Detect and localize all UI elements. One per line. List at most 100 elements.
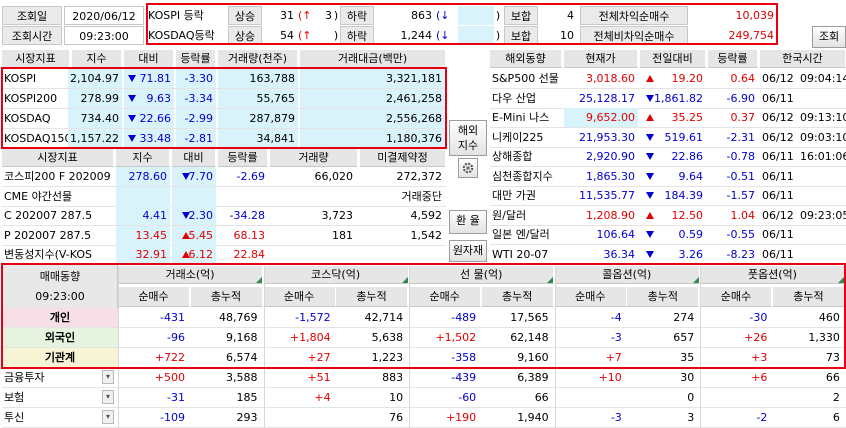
deriv-name[interactable]: 코스피200 F 202009: [4, 167, 116, 186]
world-rate: -0.51: [726, 169, 755, 183]
world-name[interactable]: 다우 산업: [492, 89, 564, 108]
flow-value: -96: [167, 331, 185, 344]
arrow-down-icon: [646, 94, 654, 102]
flow-value: -3: [610, 331, 622, 344]
flow-value: 274: [673, 311, 695, 324]
non-arbitrage-label: 전체비차익순매수: [580, 26, 688, 45]
deriv-oi: 거래중단: [401, 189, 442, 203]
flow-investor[interactable]: 외국인: [2, 328, 118, 347]
world-date: 06/11: [762, 247, 794, 261]
arrow-down-icon: [646, 153, 654, 160]
column-divider: [554, 266, 556, 428]
world-header-1: 현재가: [564, 50, 638, 68]
kospi-limit-down: [458, 6, 494, 25]
world-time: 09:23:05: [800, 208, 846, 222]
paren-close: ): [333, 9, 339, 22]
derivs-header-1: 지수: [116, 149, 170, 167]
world-name[interactable]: 상해종합: [492, 147, 564, 166]
deriv-volume: 66,020: [314, 170, 354, 183]
time-label: 조회시간: [2, 26, 62, 45]
flow-sub-net: 순매수: [700, 287, 773, 307]
derivs-header-4: 거래량: [270, 149, 358, 167]
query-button[interactable]: 조회: [812, 26, 846, 48]
overseas-index-button[interactable]: 해외 지수: [449, 120, 487, 156]
arrow-down-icon: [128, 95, 136, 102]
dropdown-chevron-icon[interactable]: ▾: [102, 390, 114, 404]
world-date: 06/12: [762, 111, 794, 124]
world-price: 21,953.30: [579, 130, 635, 144]
flow-value: -431: [160, 311, 185, 324]
kosdaq-down-count: 1,244: [400, 29, 433, 42]
world-price: 1,208.90: [586, 208, 635, 222]
flow-value: 10: [389, 391, 404, 404]
deriv-oi: 4,592: [410, 209, 443, 222]
deriv-value: 13.45: [116, 225, 170, 245]
flow-value: 9,168: [226, 331, 258, 344]
flow-investor[interactable]: 금융투자: [4, 368, 94, 387]
world-name[interactable]: 심천종합지수: [492, 167, 564, 186]
world-name[interactable]: E-Mini 나스: [492, 108, 564, 127]
flow-value: -30: [749, 311, 768, 324]
deriv-name[interactable]: C 202007 287.5: [4, 206, 116, 225]
flat-label: 보합: [504, 6, 538, 25]
arrow-up-icon: [182, 231, 190, 239]
world-name[interactable]: 니케이225: [492, 128, 564, 147]
limit-down-open: (↓: [436, 29, 450, 42]
flow-investor[interactable]: 기관계: [2, 348, 118, 367]
deriv-name[interactable]: P 202007 287.5: [4, 226, 116, 245]
world-name[interactable]: S&P500 선물: [492, 69, 564, 88]
world-date: 06/11: [762, 150, 794, 163]
deriv-rate: 68.13: [233, 228, 266, 242]
flow-sub-net: 순매수: [554, 287, 627, 307]
world-name[interactable]: 일본 엔/달러: [492, 225, 564, 244]
date-field[interactable]: 2020/06/12: [64, 6, 144, 25]
flow-value: +26: [744, 331, 768, 344]
world-price: 9,652.00: [564, 108, 638, 127]
flow-value: 42,714: [364, 311, 404, 324]
flow-title: 매매동향: [39, 270, 81, 283]
flow-investor[interactable]: 개인: [2, 308, 118, 327]
dropdown-chevron-icon[interactable]: ▾: [102, 410, 114, 424]
kosdaq-flat-count: 10: [560, 29, 574, 42]
dropdown-chevron-icon[interactable]: ▾: [102, 370, 114, 384]
indices-header-5: 거래대금(백만): [300, 50, 446, 68]
settings-button[interactable]: [458, 158, 478, 178]
arrow-down-icon: [646, 172, 654, 180]
flow-value: -489: [451, 311, 477, 324]
exchange-rate-button[interactable]: 환 율: [449, 210, 487, 234]
down-label: 하락: [340, 6, 374, 25]
flow-value: 9,160: [517, 351, 549, 364]
world-name[interactable]: 대만 가권: [492, 186, 564, 205]
deriv-name[interactable]: 변동성지수(V-KOS: [4, 245, 116, 264]
raw-materials-button[interactable]: 원자재: [449, 240, 487, 262]
flow-value: -4: [610, 311, 622, 324]
deriv-name[interactable]: CME 야간선물: [4, 187, 116, 206]
arrow-down-icon: [646, 133, 654, 141]
flow-value: 657: [673, 331, 695, 344]
kospi-limit-up: 3: [325, 9, 332, 22]
indices-header-0: 시장지표: [2, 50, 70, 68]
arrow-down-icon: [646, 250, 654, 258]
flow-value: 1,940: [517, 411, 549, 424]
paren-close: ): [495, 9, 501, 22]
world-name[interactable]: WTI 20-07: [492, 245, 564, 264]
flow-value: +3: [751, 351, 768, 364]
flow-investor[interactable]: 투신: [4, 408, 94, 427]
time-field[interactable]: 09:23:00: [64, 26, 144, 45]
date-label: 조회일: [2, 6, 62, 25]
world-name[interactable]: 원/달러: [492, 206, 564, 225]
flow-value: 76: [389, 411, 404, 424]
flow-value: 1,223: [371, 351, 404, 364]
world-rate: -2.31: [726, 130, 755, 144]
index-amount: 3,321,181: [300, 69, 446, 88]
world-header-3: 등락률: [708, 50, 758, 68]
index-rate: -3.30: [176, 69, 216, 88]
flow-value: +7: [605, 351, 622, 364]
arrow-down-icon: [182, 173, 190, 180]
arrow-down-icon: [646, 231, 654, 238]
flow-value: 73: [825, 351, 840, 364]
flow-sub-net: 순매수: [118, 287, 190, 307]
flow-value: +1,502: [435, 331, 477, 344]
arrow-up-icon: [182, 251, 190, 258]
flow-investor[interactable]: 보험: [4, 388, 94, 407]
